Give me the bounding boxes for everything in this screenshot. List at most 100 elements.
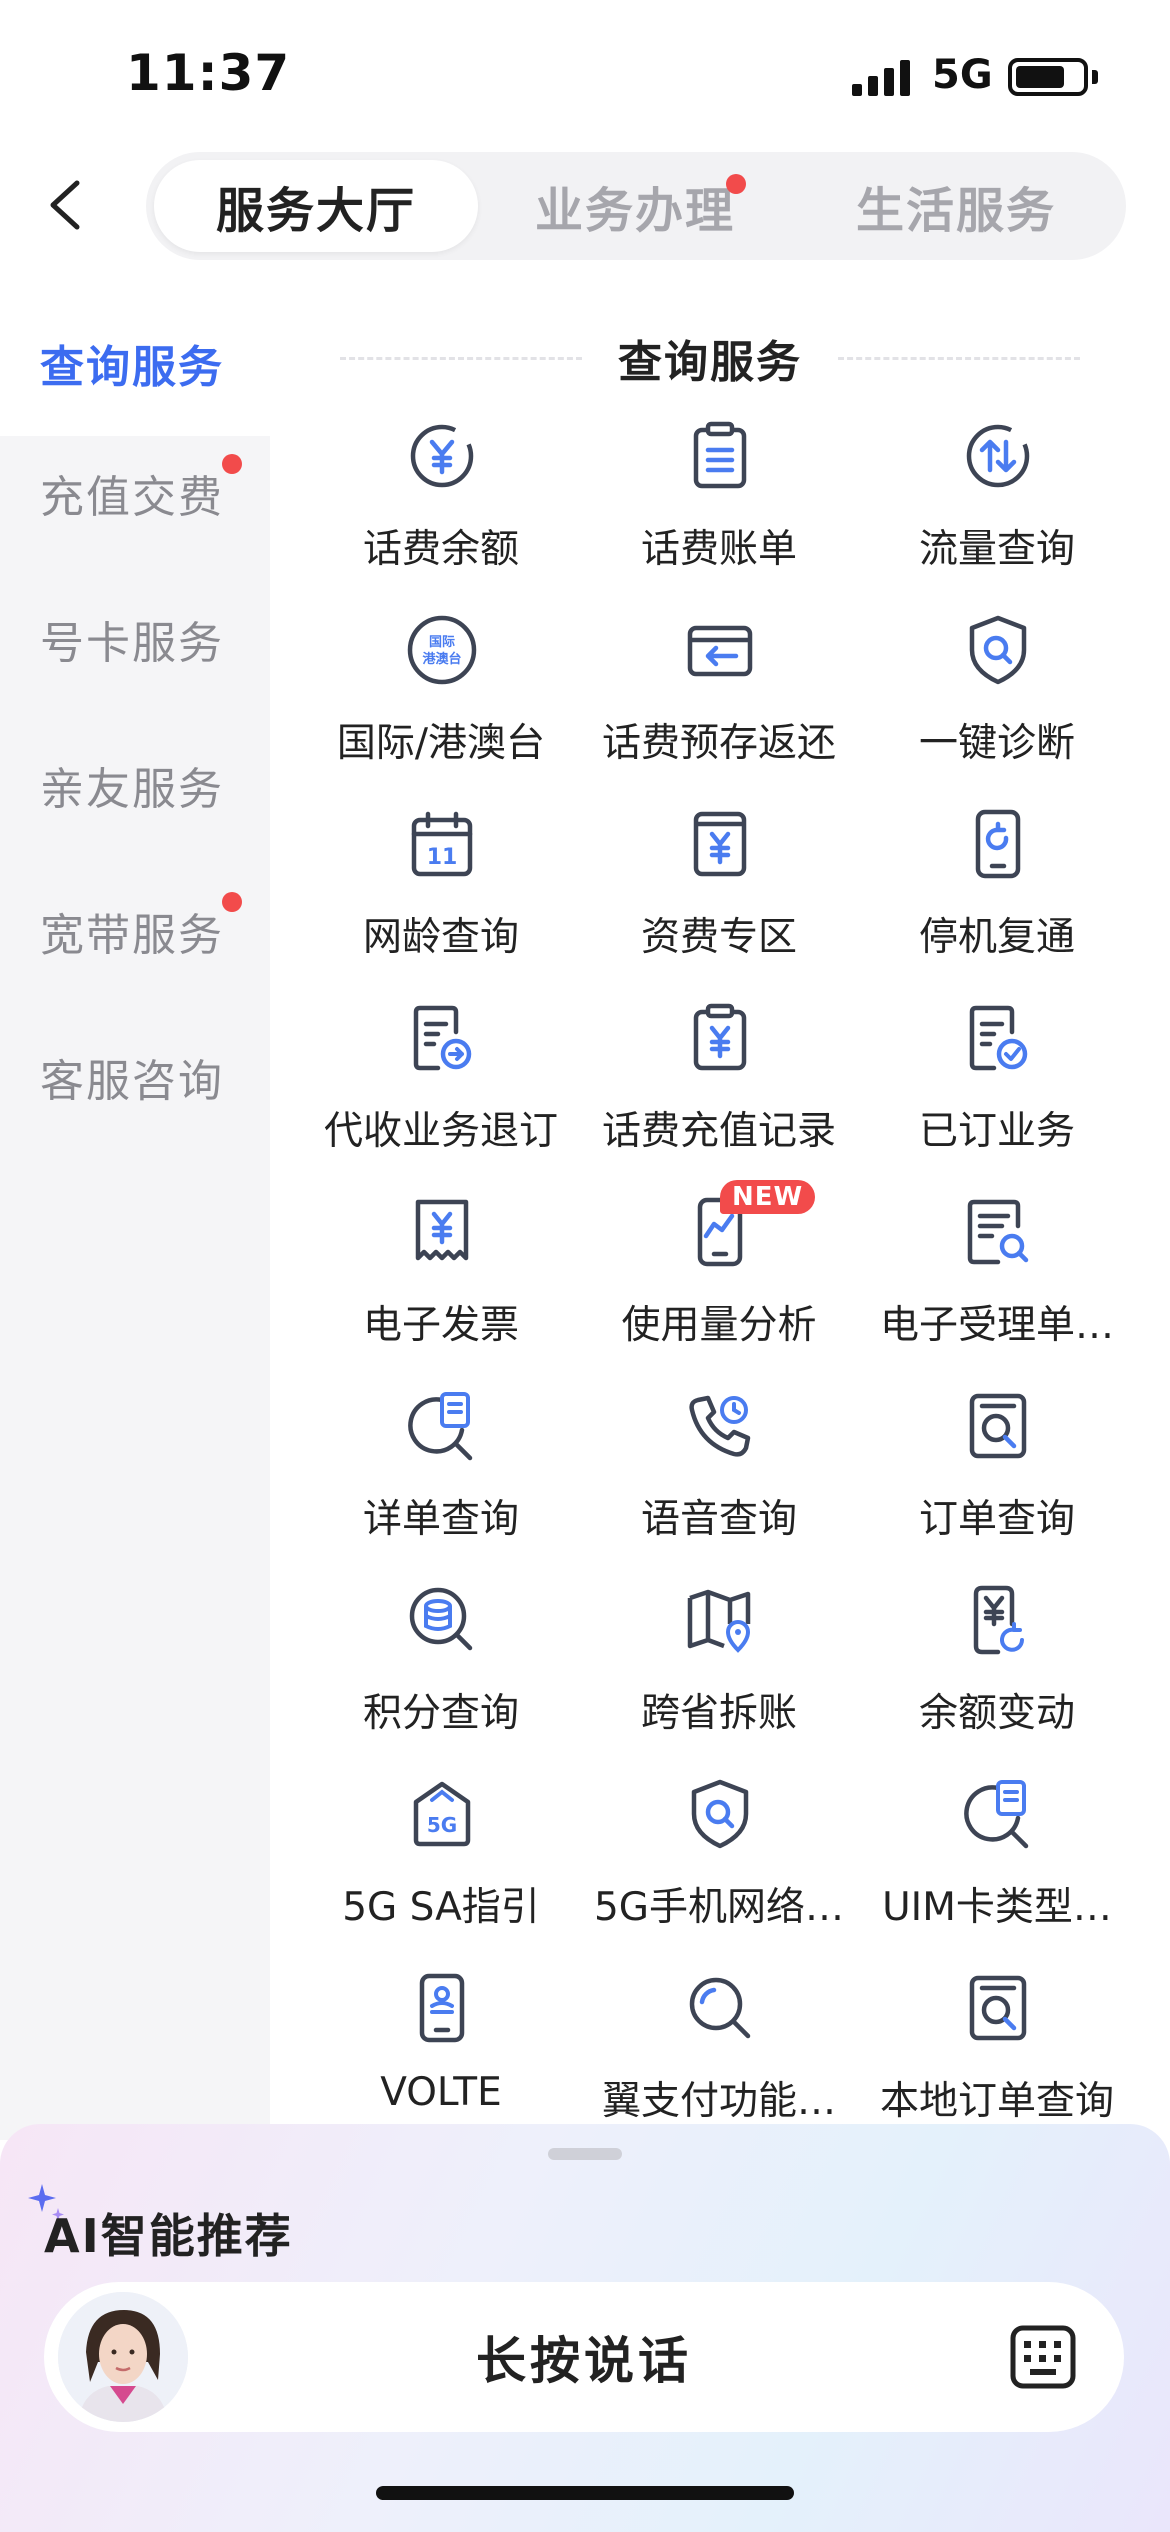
clipboard-yuan-icon xyxy=(693,1003,747,1071)
service-item[interactable]: 已订业务 xyxy=(858,992,1136,1186)
service-item-label: 停机复通 xyxy=(918,915,1075,960)
notification-dot xyxy=(726,174,746,194)
phone-clock-icon xyxy=(689,1395,751,1457)
phone-id-icon xyxy=(419,1973,465,2043)
clipboard-list-icon xyxy=(693,421,747,489)
sidebar-item-query[interactable]: 查询服务 xyxy=(0,290,270,436)
service-item[interactable]: 话费余额 xyxy=(302,410,580,604)
network-type: 5G xyxy=(932,52,993,98)
service-item-label: 一键诊断 xyxy=(918,721,1075,766)
section-title: 查询服务 xyxy=(618,337,802,388)
shield-search-icon xyxy=(691,1779,749,1849)
yuan-circle-icon xyxy=(410,424,474,488)
sidebar-item-customer-service[interactable]: 客服咨询 xyxy=(0,1004,270,1150)
service-item[interactable]: 一键诊断 xyxy=(858,604,1136,798)
service-item-label: 跨省拆账 xyxy=(640,1691,797,1736)
service-item-label: 网龄查询 xyxy=(362,915,519,960)
service-item[interactable]: 电子发票 xyxy=(302,1186,580,1380)
tab-life-service[interactable]: 生活服务 xyxy=(794,160,1118,252)
sidebar-item-sim-card[interactable]: 号卡服务 xyxy=(0,566,270,712)
magnifier-doc-icon xyxy=(964,1780,1029,1849)
ai-panel: AI智能推荐 长按说话 xyxy=(0,2124,1170,2532)
keyboard-icon[interactable] xyxy=(1010,2325,1076,2389)
drag-handle[interactable] xyxy=(548,2148,622,2160)
frame-search-icon xyxy=(969,1393,1027,1459)
service-item-label: 翼支付功能… xyxy=(601,2079,836,2124)
service-item-label: 余额变动 xyxy=(918,1691,1075,1736)
service-item-label: 话费充值记录 xyxy=(601,1109,836,1154)
service-item[interactable]: 话费账单 xyxy=(580,410,858,604)
service-item[interactable]: 代收业务退订 xyxy=(302,992,580,1186)
receipt-yuan-icon xyxy=(415,1199,469,1261)
service-item-label: 详单查询 xyxy=(362,1497,519,1542)
service-item-label: 国际/港澳台 xyxy=(336,721,546,766)
magnifier-doc-icon xyxy=(408,1392,473,1461)
sidebar: 查询服务 充值交费 号卡服务 亲友服务 宽带服务 客服咨询 xyxy=(0,290,270,2140)
sidebar-item-recharge[interactable]: 充值交费 xyxy=(0,420,270,566)
svg-text:国际: 国际 xyxy=(429,635,455,650)
doc-check-icon xyxy=(969,1005,1028,1071)
search-icon xyxy=(689,1977,751,2039)
service-item[interactable]: 余额变动 xyxy=(858,1574,1136,1768)
service-item[interactable]: 跨省拆账 xyxy=(580,1574,858,1768)
service-item[interactable]: 电子受理单… xyxy=(858,1186,1136,1380)
service-item-label: 电子发票 xyxy=(362,1303,519,1348)
status-time: 11:37 xyxy=(126,44,291,102)
service-item[interactable]: 话费充值记录 xyxy=(580,992,858,1186)
service-item[interactable]: 资费专区 xyxy=(580,798,858,992)
service-item-label: 流量查询 xyxy=(918,527,1075,572)
sidebar-item-broadband[interactable]: 宽带服务 xyxy=(0,858,270,1004)
service-item[interactable]: 5G手机网络… xyxy=(580,1768,858,1962)
battery-cap xyxy=(1092,70,1098,84)
service-item[interactable]: 流量查询 xyxy=(858,410,1136,604)
updown-arrows-circle-icon xyxy=(966,424,1030,488)
service-item-label: VOLTE xyxy=(380,2070,502,2115)
coins-search-icon xyxy=(409,1587,473,1651)
service-item-label: 本地订单查询 xyxy=(879,2079,1114,2124)
service-item-label: 语音查询 xyxy=(640,1497,797,1542)
service-item-label: 话费余额 xyxy=(362,527,519,572)
international-badge-icon: 国际港澳台 xyxy=(407,615,477,685)
service-item-label: 5G手机网络… xyxy=(593,1885,845,1930)
service-item-label: 积分查询 xyxy=(362,1691,519,1736)
service-item[interactable]: 5G 5G SA指引 xyxy=(302,1768,580,1962)
voice-input-bar[interactable]: 长按说话 xyxy=(44,2282,1124,2432)
service-item[interactable]: 使用量分析 xyxy=(580,1186,858,1380)
tab-business[interactable]: 业务办理 xyxy=(480,160,790,252)
calendar-icon: 11 xyxy=(411,811,473,877)
tab-service-hall[interactable]: 服务大厅 xyxy=(154,160,478,252)
back-button[interactable] xyxy=(30,170,100,240)
phone-yuan-icon xyxy=(973,1585,1024,1655)
service-item[interactable]: 详单查询 xyxy=(302,1380,580,1574)
battery-icon xyxy=(1008,58,1088,96)
service-item[interactable]: 停机复通 xyxy=(858,798,1136,992)
hold-to-talk-label: 长按说话 xyxy=(476,2332,692,2390)
house-5g-icon: 5G xyxy=(413,1781,471,1847)
service-item[interactable]: 话费预存返还 xyxy=(580,604,858,798)
status-bar: 11:37 5G xyxy=(0,0,1170,150)
new-badge: NEW xyxy=(720,1180,816,1214)
service-item[interactable]: 11 网龄查询 xyxy=(302,798,580,992)
svg-text:11: 11 xyxy=(427,845,458,870)
divider xyxy=(340,356,582,360)
notification-dot xyxy=(222,454,242,474)
ai-title: AI智能推荐 xyxy=(44,2209,293,2263)
card-return-icon xyxy=(687,625,753,677)
svg-text:港澳台: 港澳台 xyxy=(422,651,461,667)
sidebar-item-family[interactable]: 亲友服务 xyxy=(0,712,270,858)
divider xyxy=(838,356,1080,360)
signal-icon xyxy=(852,60,910,96)
home-indicator xyxy=(376,2486,794,2500)
doc-arrow-icon xyxy=(413,1005,472,1071)
segmented-tabs: 服务大厅 业务办理 生活服务 xyxy=(146,152,1126,260)
service-item[interactable]: 语音查询 xyxy=(580,1380,858,1574)
service-item[interactable]: 国际 港澳台国际/港澳台 xyxy=(302,604,580,798)
service-item[interactable]: 订单查询 xyxy=(858,1380,1136,1574)
service-item[interactable]: UIM卡类型… xyxy=(858,1768,1136,1962)
service-item-label: UIM卡类型… xyxy=(882,1885,1112,1930)
service-item[interactable]: 积分查询 xyxy=(302,1574,580,1768)
service-item-label: 订单查询 xyxy=(918,1497,1075,1542)
service-item-label: 5G SA指引 xyxy=(342,1885,540,1930)
notification-dot xyxy=(222,892,242,912)
service-item-label: 话费账单 xyxy=(640,527,797,572)
